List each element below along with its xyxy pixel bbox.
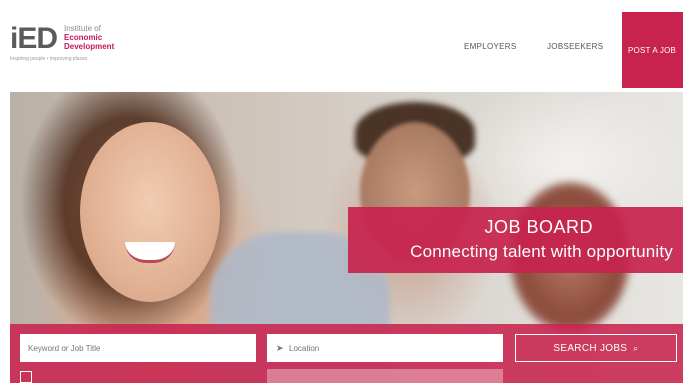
logo-line-1: Institute of [64, 24, 101, 33]
keyword-input[interactable] [20, 334, 256, 362]
search-jobs-label: SEARCH JOBS [553, 342, 628, 354]
location-pin-icon: ➤ [276, 343, 284, 353]
banner-title: JOB BOARD [484, 217, 593, 237]
nav-employers[interactable]: EMPLOYERS [464, 42, 517, 51]
nav-jobseekers[interactable]: JOBSEEKERS [547, 42, 603, 51]
logo-mark: iED [10, 22, 58, 55]
site-header: iED Institute of Economic Development In… [0, 0, 683, 88]
logo-text: Institute of Economic Development [64, 24, 114, 51]
job-search-bar: ➤ SEARCH JOBS ⌕ [10, 324, 683, 383]
post-a-job-button[interactable]: POST A JOB [622, 12, 683, 88]
location-input[interactable] [267, 334, 503, 362]
secondary-field[interactable] [267, 369, 503, 383]
logo-line-3: Development [64, 42, 115, 51]
hero-image: JOB BOARD Connecting talent with opportu… [10, 92, 683, 383]
hero-photo-face [80, 122, 220, 302]
search-icon: ⌕ [633, 342, 639, 353]
filter-checkbox[interactable] [20, 371, 32, 383]
job-board-banner: JOB BOARD Connecting talent with opportu… [348, 207, 683, 273]
logo-line-2: Economic [64, 33, 103, 42]
logo[interactable]: iED Institute of Economic Development In… [10, 22, 120, 68]
search-jobs-button[interactable]: SEARCH JOBS ⌕ [515, 334, 677, 362]
banner-subtitle: Connecting talent with opportunity [410, 242, 673, 261]
logo-tagline: Inspiring people • improving places [10, 56, 88, 62]
